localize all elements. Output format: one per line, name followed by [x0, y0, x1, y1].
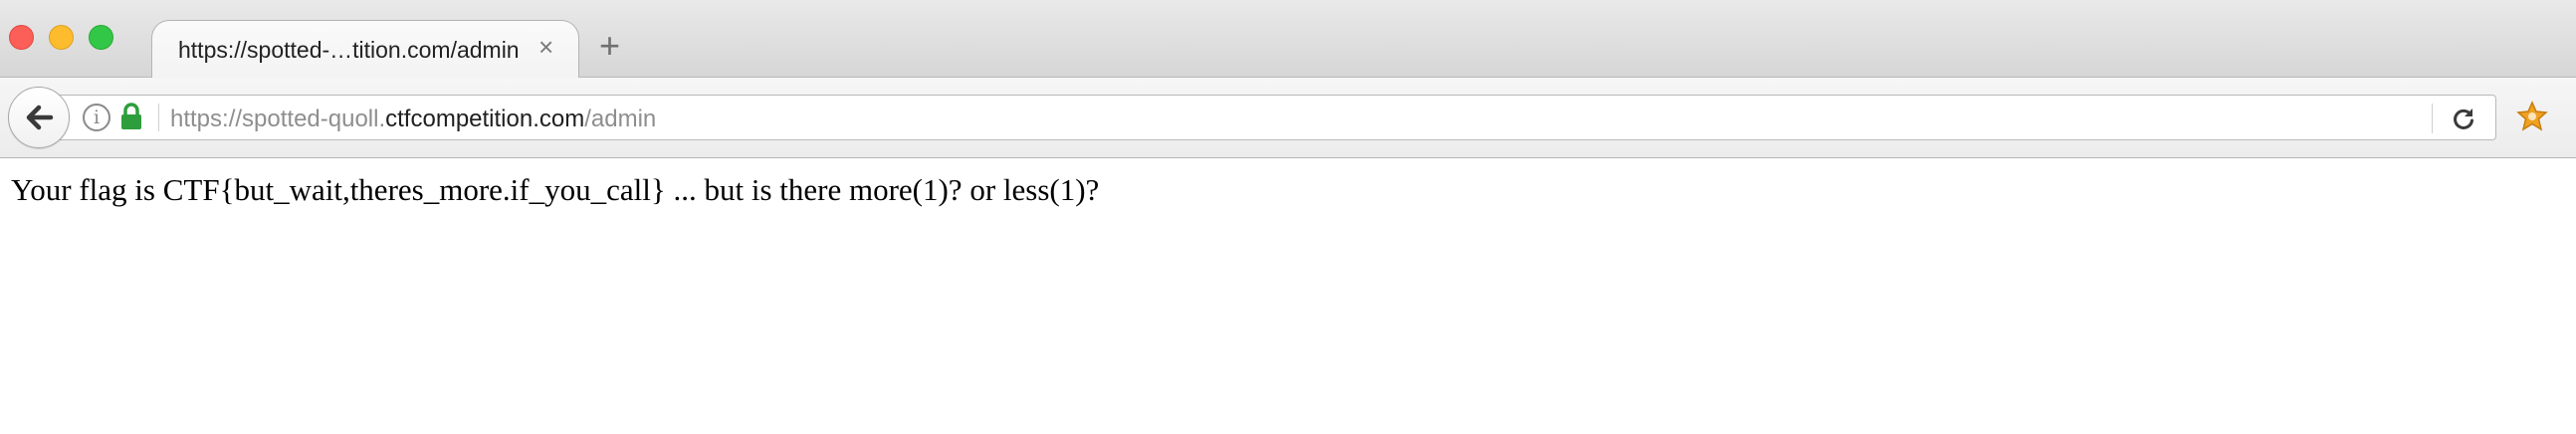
extension-icon[interactable] — [2515, 101, 2549, 132]
back-arrow-icon — [26, 105, 54, 130]
url-prefix: https://spotted-quoll. — [170, 106, 386, 132]
address-bar-divider-right — [2432, 104, 2433, 133]
window-maximize-button[interactable] — [89, 25, 113, 50]
tab-strip: https://spotted-…tition.com/admin × + — [0, 0, 2576, 79]
url-path: /admin — [584, 106, 657, 132]
new-tab-button[interactable]: + — [599, 28, 620, 64]
page-content: Your flag is CTF{but_wait,theres_more.if… — [0, 158, 2576, 434]
back-button[interactable] — [8, 87, 70, 148]
lock-icon[interactable] — [120, 103, 142, 130]
address-bar-divider — [158, 104, 159, 131]
tab-active[interactable]: https://spotted-…tition.com/admin × — [151, 20, 579, 79]
browser-window: https://spotted-…tition.com/admin × + i … — [0, 0, 2576, 434]
address-bar[interactable]: i https://spotted-quoll.ctfcompetition.c… — [56, 95, 2496, 140]
tab-title: https://spotted-…tition.com/admin — [178, 37, 520, 63]
navigation-bar: i https://spotted-quoll.ctfcompetition.c… — [0, 78, 2576, 158]
flag-message: Your flag is CTF{but_wait,theres_more.if… — [11, 172, 1100, 207]
window-close-button[interactable] — [9, 25, 34, 50]
window-minimize-button[interactable] — [49, 25, 74, 50]
info-icon[interactable]: i — [83, 104, 110, 131]
tab-close-icon[interactable]: × — [538, 34, 553, 60]
reload-icon — [2454, 108, 2473, 129]
url-input[interactable]: https://spotted-quoll.ctfcompetition.com… — [170, 106, 656, 133]
reload-button[interactable] — [2446, 102, 2481, 135]
url-domain: ctfcompetition.com — [385, 106, 585, 132]
